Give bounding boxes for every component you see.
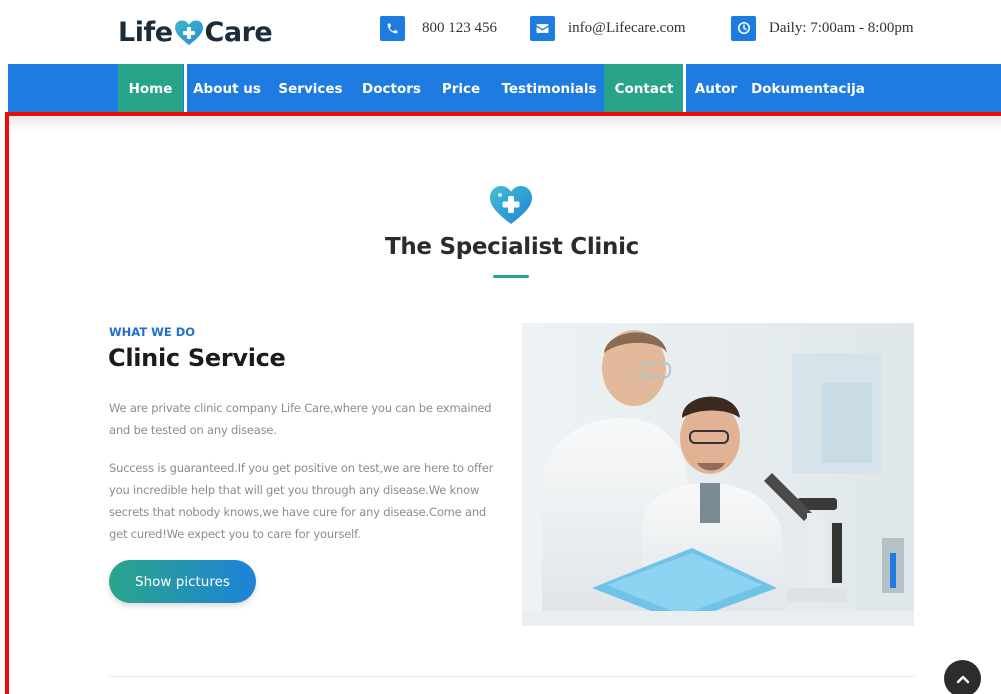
nav-item-about-us[interactable]: About us (193, 64, 261, 114)
nav-item-price[interactable]: Price (441, 64, 481, 114)
nav-item-dokumentacija[interactable]: Dokumentacija (751, 64, 865, 114)
phone-contact[interactable]: 800 123 456 (380, 15, 497, 41)
intro-paragraph: We are private clinic company Life Care,… (109, 401, 492, 437)
show-pictures-button[interactable]: Show pictures (109, 560, 256, 603)
email-contact[interactable]: info@Lifecare.com (530, 15, 686, 41)
nav-item-contact[interactable]: Contact (604, 64, 684, 114)
section-title: The Specialist Clinic (384, 234, 640, 260)
clinic-service-heading: Clinic Service (108, 344, 286, 372)
opening-hours: Daily: 7:00am - 8:00pm (731, 15, 914, 41)
nav-item-services[interactable]: Services (278, 64, 342, 114)
nav-item-autor[interactable]: Autor (692, 64, 740, 114)
hours-text: Daily: 7:00am - 8:00pm (769, 19, 914, 36)
logo-text-care: Care (204, 16, 273, 48)
site-logo[interactable]: Life Care (118, 12, 273, 52)
nav-item-doctors[interactable]: Doctors (362, 64, 421, 114)
envelope-icon (530, 15, 555, 41)
nav-divider (683, 64, 686, 114)
nav-item-testimonials[interactable]: Testimonials (501, 64, 597, 114)
section-divider (108, 676, 915, 677)
nav-shadow (8, 114, 1001, 132)
section-kicker: WHAT WE DO (109, 325, 196, 339)
email-address: info@Lifecare.com (568, 19, 686, 36)
heart-plus-icon (174, 20, 203, 45)
scroll-to-top-button[interactable] (944, 660, 981, 694)
title-underline (493, 275, 529, 278)
phone-number: 800 123 456 (422, 19, 497, 36)
nav-divider (184, 64, 187, 114)
phone-icon (380, 15, 405, 41)
heart-plus-icon (490, 186, 532, 224)
doctors-with-microscope-photo[interactable] (522, 323, 914, 626)
chevron-up-icon (956, 675, 969, 683)
logo-text-life: Life (118, 16, 173, 48)
top-header: Life Care 800 123 456 info@Lifecare.com … (0, 0, 1001, 64)
clock-icon (731, 15, 756, 41)
nav-item-home[interactable]: Home (118, 64, 183, 114)
description-paragraph: Success is guaranteed.If you get positiv… (109, 461, 494, 541)
main-nav: Home About us Services Doctors Price Tes… (8, 64, 1001, 114)
